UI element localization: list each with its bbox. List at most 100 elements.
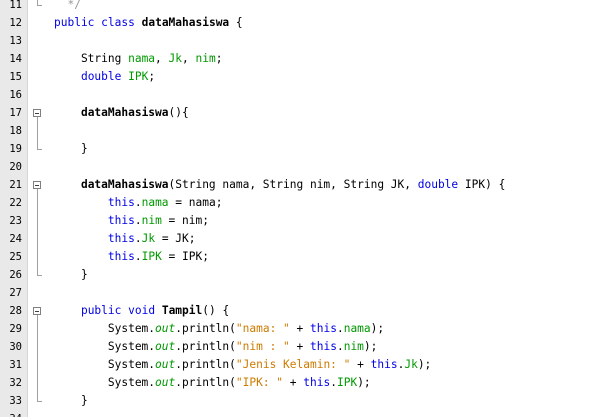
code-line[interactable]: 23 this.nim = nim; — [0, 212, 601, 230]
fold-end-marker — [37, 149, 42, 150]
code-token: */ — [54, 0, 81, 11]
code-line[interactable]: 32 System.out.println("IPK: " + this.IPK… — [0, 374, 601, 392]
fold-collapse-icon[interactable] — [33, 181, 41, 189]
code-token: out — [155, 340, 176, 353]
code-line[interactable]: 27 — [0, 284, 601, 302]
code-line[interactable]: 34 — [0, 410, 601, 417]
code-line[interactable]: 19 } — [0, 140, 601, 158]
code-token: = nama; — [168, 196, 223, 209]
code-token: Jk — [141, 232, 156, 245]
code-text: System.out.println("IPK: " + this.IPK); — [54, 374, 371, 392]
code-line[interactable]: 13 — [0, 32, 601, 50]
code-line[interactable]: 26 } — [0, 266, 601, 284]
line-number: 27 — [9, 287, 22, 299]
line-number: 21 — [9, 179, 22, 191]
code-token: + — [350, 358, 371, 371]
code-token: this — [303, 376, 331, 389]
line-number: 14 — [9, 53, 22, 65]
code-line[interactable]: 12 public class dataMahasiswa { — [0, 14, 601, 32]
code-token: = nim; — [161, 214, 209, 227]
code-line[interactable]: 30 System.out.println("nim : " + this.ni… — [0, 338, 601, 356]
code-token: , — [182, 52, 196, 65]
code-line[interactable]: 29 System.out.println("nama: " + this.na… — [0, 320, 601, 338]
fold-collapse-icon[interactable] — [33, 307, 41, 315]
code-token: this — [370, 358, 398, 371]
code-text: public void Tampil() { — [54, 302, 229, 320]
code-line[interactable]: 17 dataMahasiswa(){ — [0, 104, 601, 122]
code-token: .println( — [175, 376, 236, 389]
code-token: "IPK: " — [235, 376, 284, 389]
code-line[interactable]: 16 — [0, 86, 601, 104]
code-token: Jk — [404, 358, 418, 371]
code-token: + — [289, 322, 310, 335]
code-text: */ — [54, 0, 81, 14]
fold-collapse-icon[interactable] — [33, 109, 41, 117]
code-token: ); — [417, 358, 432, 371]
code-token: () { — [202, 304, 230, 317]
code-line[interactable]: 11 */ — [0, 0, 601, 14]
code-token: "nim : " — [235, 340, 290, 353]
code-token: "nama: " — [235, 322, 290, 335]
code-token: . — [330, 376, 337, 389]
line-number: 33 — [9, 395, 22, 407]
code-token: IPK — [336, 376, 358, 389]
code-token: (String nama, String nim, String JK, — [168, 178, 418, 191]
fold-end-marker — [37, 401, 42, 402]
fold-guide-line — [37, 0, 38, 5]
line-number: 28 — [9, 305, 22, 317]
line-number: 25 — [9, 251, 22, 263]
code-token: this — [107, 250, 135, 263]
line-number: 12 — [9, 17, 22, 29]
code-token: . — [134, 250, 142, 263]
code-token: ; — [215, 52, 223, 65]
code-token: .println( — [175, 322, 236, 335]
code-editor[interactable]: 11 */12 public class dataMahasiswa { 13 14 … — [0, 0, 601, 417]
code-line[interactable]: 14 String nama, Jk, nim; — [0, 50, 601, 68]
code-token: nim — [195, 52, 216, 65]
code-token: dataMahasiswa — [80, 178, 169, 191]
line-number: 19 — [9, 143, 22, 155]
code-token: (){ — [168, 106, 189, 119]
line-number: 16 — [9, 89, 22, 101]
code-line[interactable]: 15 double IPK; — [0, 68, 601, 86]
fold-guide-line — [37, 117, 38, 149]
code-token: "Jenis Kelamin: " — [235, 358, 351, 371]
line-number: 17 — [9, 107, 22, 119]
line-number: 13 — [9, 35, 22, 47]
code-line[interactable]: 28 public void Tampil() { — [0, 302, 601, 320]
code-text: } — [54, 266, 88, 284]
code-token: , — [155, 52, 169, 65]
line-number: 26 — [9, 269, 22, 281]
code-token: ; — [148, 70, 156, 83]
code-token: . — [134, 196, 142, 209]
code-token: . — [134, 232, 142, 245]
code-text: System.out.println("Jenis Kelamin: " + t… — [54, 356, 431, 374]
code-token: } — [54, 394, 88, 407]
code-line[interactable]: 18 — [0, 122, 601, 140]
code-text: System.out.println("nama: " + this.nama)… — [54, 320, 384, 338]
code-token: this — [310, 340, 337, 353]
code-line[interactable]: 20 — [0, 158, 601, 176]
code-token: class — [101, 16, 135, 29]
line-number: 29 — [9, 323, 22, 335]
code-token: public — [80, 304, 122, 317]
code-line[interactable]: 24 this.Jk = JK; — [0, 230, 601, 248]
code-token: + — [289, 340, 310, 353]
code-token: void — [128, 304, 156, 317]
code-text: System.out.println("nim : " + this.nim); — [54, 338, 378, 356]
code-line[interactable]: 31 System.out.println("Jenis Kelamin: " … — [0, 356, 601, 374]
code-line[interactable]: 21 dataMahasiswa(String nama, String nim… — [0, 176, 601, 194]
code-line[interactable]: 25 this.IPK = IPK; — [0, 248, 601, 266]
code-token: this — [107, 196, 135, 209]
code-line[interactable]: 22 this.nama = nama; — [0, 194, 601, 212]
fold-end-marker — [37, 5, 42, 6]
code-line[interactable]: 33 } — [0, 392, 601, 410]
code-token: this — [107, 232, 135, 245]
code-token: } — [54, 268, 88, 281]
line-number: 31 — [9, 359, 22, 371]
